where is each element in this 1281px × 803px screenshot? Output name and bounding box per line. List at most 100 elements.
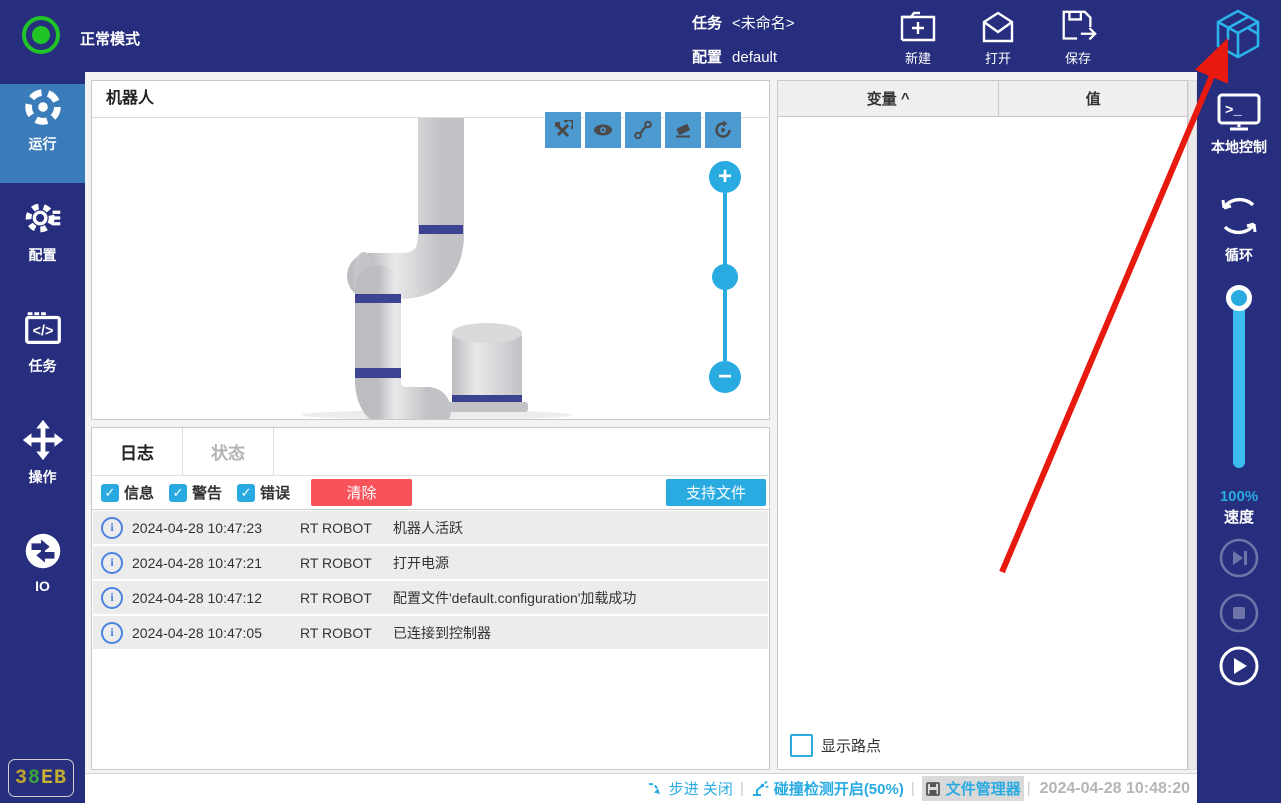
- zoom-in-button[interactable]: +: [709, 161, 741, 193]
- brand-cube-logo[interactable]: [1211, 7, 1265, 63]
- top-bar: 正常模式 任务 <未命名> 配置 default 新建 打开 保存: [0, 0, 1281, 72]
- config-value: default: [732, 49, 778, 66]
- viewport-toolbar: [545, 112, 741, 148]
- status-bar: 步进 关闭 | 碰撞检测开启(50%) | 文件管理器 | 2024-04-28…: [85, 773, 1197, 803]
- rotate-icon: [715, 120, 731, 138]
- sidebar-item-task[interactable]: </> 任务: [0, 306, 85, 405]
- log-row: i 2024-04-28 10:47:05 RT ROBOT 已连接到控制器: [93, 616, 768, 649]
- code-window-icon: </>: [20, 306, 66, 354]
- status-green-dot: [32, 26, 50, 44]
- skip-next-icon: [1219, 538, 1259, 578]
- speed-slider-track[interactable]: [1233, 300, 1245, 468]
- filter-info-label: 信息: [124, 485, 155, 502]
- svg-text:>_: >_: [1225, 103, 1242, 119]
- save-floppy-icon: [1058, 8, 1098, 46]
- save-button[interactable]: 保存: [1042, 8, 1114, 67]
- local-control-button[interactable]: >_ 本地控制: [1197, 92, 1281, 157]
- sidebar-item-run[interactable]: 运行: [0, 84, 85, 183]
- io-arrows-icon: [20, 528, 66, 576]
- move-arrows-icon: [20, 417, 66, 465]
- column-header-value[interactable]: 值: [999, 81, 1187, 116]
- play-button[interactable]: [1219, 646, 1259, 686]
- log-row: i 2024-04-28 10:47:12 RT ROBOT 配置文件'defa…: [93, 581, 768, 614]
- safety-checksum-badge: 38EB: [8, 759, 74, 797]
- info-icon: i: [101, 516, 123, 539]
- robot-panel: 机器人 + −: [91, 80, 770, 420]
- column-header-variable[interactable]: 变量 ^: [778, 81, 1000, 116]
- open-button[interactable]: 打开: [962, 8, 1034, 67]
- log-list: i 2024-04-28 10:47:23 RT ROBOT 机器人活跃 i 2…: [93, 511, 768, 651]
- show-waypoints-checkbox[interactable]: [790, 734, 813, 757]
- sidebar-item-config[interactable]: 配置: [0, 195, 85, 294]
- step-next-button[interactable]: [1219, 538, 1259, 578]
- sidebar-item-operate[interactable]: 操作: [0, 417, 85, 516]
- filter-error-label: 错误: [260, 485, 291, 502]
- tools-button[interactable]: [545, 112, 581, 148]
- zoom-control: + −: [709, 161, 741, 393]
- gear-icon: [20, 195, 66, 243]
- tab-status[interactable]: 状态: [183, 428, 274, 475]
- left-sidebar: 运行 配置 </> 任务 操作 IO 38EB: [0, 72, 85, 803]
- task-line: 任务 <未命名>: [692, 12, 795, 33]
- collision-icon: [752, 780, 769, 796]
- step-mode-item[interactable]: 步进 关闭: [647, 778, 733, 799]
- clear-log-button[interactable]: 清除: [311, 479, 413, 506]
- support-file-button[interactable]: 支持文件: [666, 479, 766, 506]
- speed-slider-handle[interactable]: [1226, 285, 1252, 311]
- stop-button[interactable]: [1219, 593, 1259, 633]
- filter-warning-label: 警告: [192, 485, 223, 502]
- stop-icon: [1219, 593, 1259, 633]
- file-manager-disk-icon: [925, 781, 940, 796]
- right-sidebar: >_ 本地控制 循环 100% 速度: [1197, 72, 1281, 803]
- zoom-out-button[interactable]: −: [709, 361, 741, 393]
- log-row: i 2024-04-28 10:47:21 RT ROBOT 打开电源: [93, 546, 768, 579]
- path-curve-icon: [634, 120, 652, 140]
- filter-warning-checkbox[interactable]: ✓: [169, 483, 188, 502]
- erase-button[interactable]: [665, 112, 701, 148]
- play-icon: [1219, 646, 1259, 686]
- task-label: 任务: [692, 15, 723, 32]
- log-panel: 日志 状态 ✓ 信息 ✓ 警告 ✓ 错误 清除 支持文件 i 2024-04-2…: [91, 427, 770, 770]
- zoom-slider-handle[interactable]: [712, 264, 738, 290]
- visibility-button[interactable]: [585, 112, 621, 148]
- step-arrow-icon: [648, 782, 660, 794]
- filter-error-checkbox[interactable]: ✓: [237, 483, 256, 502]
- log-filter-row: ✓ 信息 ✓ 警告 ✓ 错误 清除 支持文件: [92, 476, 769, 510]
- loop-arrows-icon: [1221, 197, 1257, 235]
- file-manager-item[interactable]: 文件管理器: [921, 776, 1024, 801]
- open-envelope-icon: [978, 8, 1018, 46]
- robot-status-indicator: [22, 16, 60, 54]
- run-wheel-icon: [20, 84, 66, 132]
- sidebar-item-io[interactable]: IO: [0, 528, 85, 627]
- eye-icon: [594, 124, 612, 136]
- log-row: i 2024-04-28 10:47:23 RT ROBOT 机器人活跃: [93, 511, 768, 544]
- log-tab-bar: 日志 状态: [92, 428, 769, 476]
- speed-percent: 100%: [1219, 488, 1259, 505]
- variables-header: 变量 ^ 值: [778, 81, 1187, 117]
- tab-log[interactable]: 日志: [92, 428, 183, 475]
- info-icon: i: [101, 621, 123, 644]
- info-icon: i: [101, 551, 123, 574]
- main-area: 机器人 + − 日志 状态 ✓ 信息 ✓ 警告 ✓ 错误 清除 支持文件 i 2…: [85, 72, 1197, 803]
- collision-detection-item[interactable]: 碰撞检测开启(50%): [751, 778, 904, 799]
- new-folder-plus-icon: [898, 8, 938, 46]
- terminal-icon: >_: [1217, 93, 1261, 131]
- filter-info-checkbox[interactable]: ✓: [101, 483, 119, 502]
- eraser-icon: [676, 124, 690, 138]
- variables-scrollbar[interactable]: [1188, 80, 1197, 770]
- sort-asc-icon: ^: [900, 90, 910, 107]
- loop-mode-button[interactable]: 循环: [1197, 190, 1281, 265]
- path-button[interactable]: [625, 112, 661, 148]
- mode-label: 正常模式: [80, 31, 141, 48]
- new-task-button[interactable]: 新建: [882, 8, 954, 67]
- rotate-view-button[interactable]: [705, 112, 741, 148]
- variables-panel: 变量 ^ 值 显示路点: [777, 80, 1188, 770]
- speed-label: 速度: [1223, 509, 1254, 526]
- robot-3d-viewport[interactable]: [92, 118, 769, 419]
- info-icon: i: [101, 586, 123, 609]
- svg-text:</>: </>: [32, 324, 53, 340]
- show-waypoints-label: 显示路点: [821, 738, 882, 755]
- clock-datetime: 2024-04-28 10:48:20: [1039, 779, 1190, 797]
- robot-arm-model: [302, 118, 572, 419]
- config-label: 配置: [692, 49, 723, 66]
